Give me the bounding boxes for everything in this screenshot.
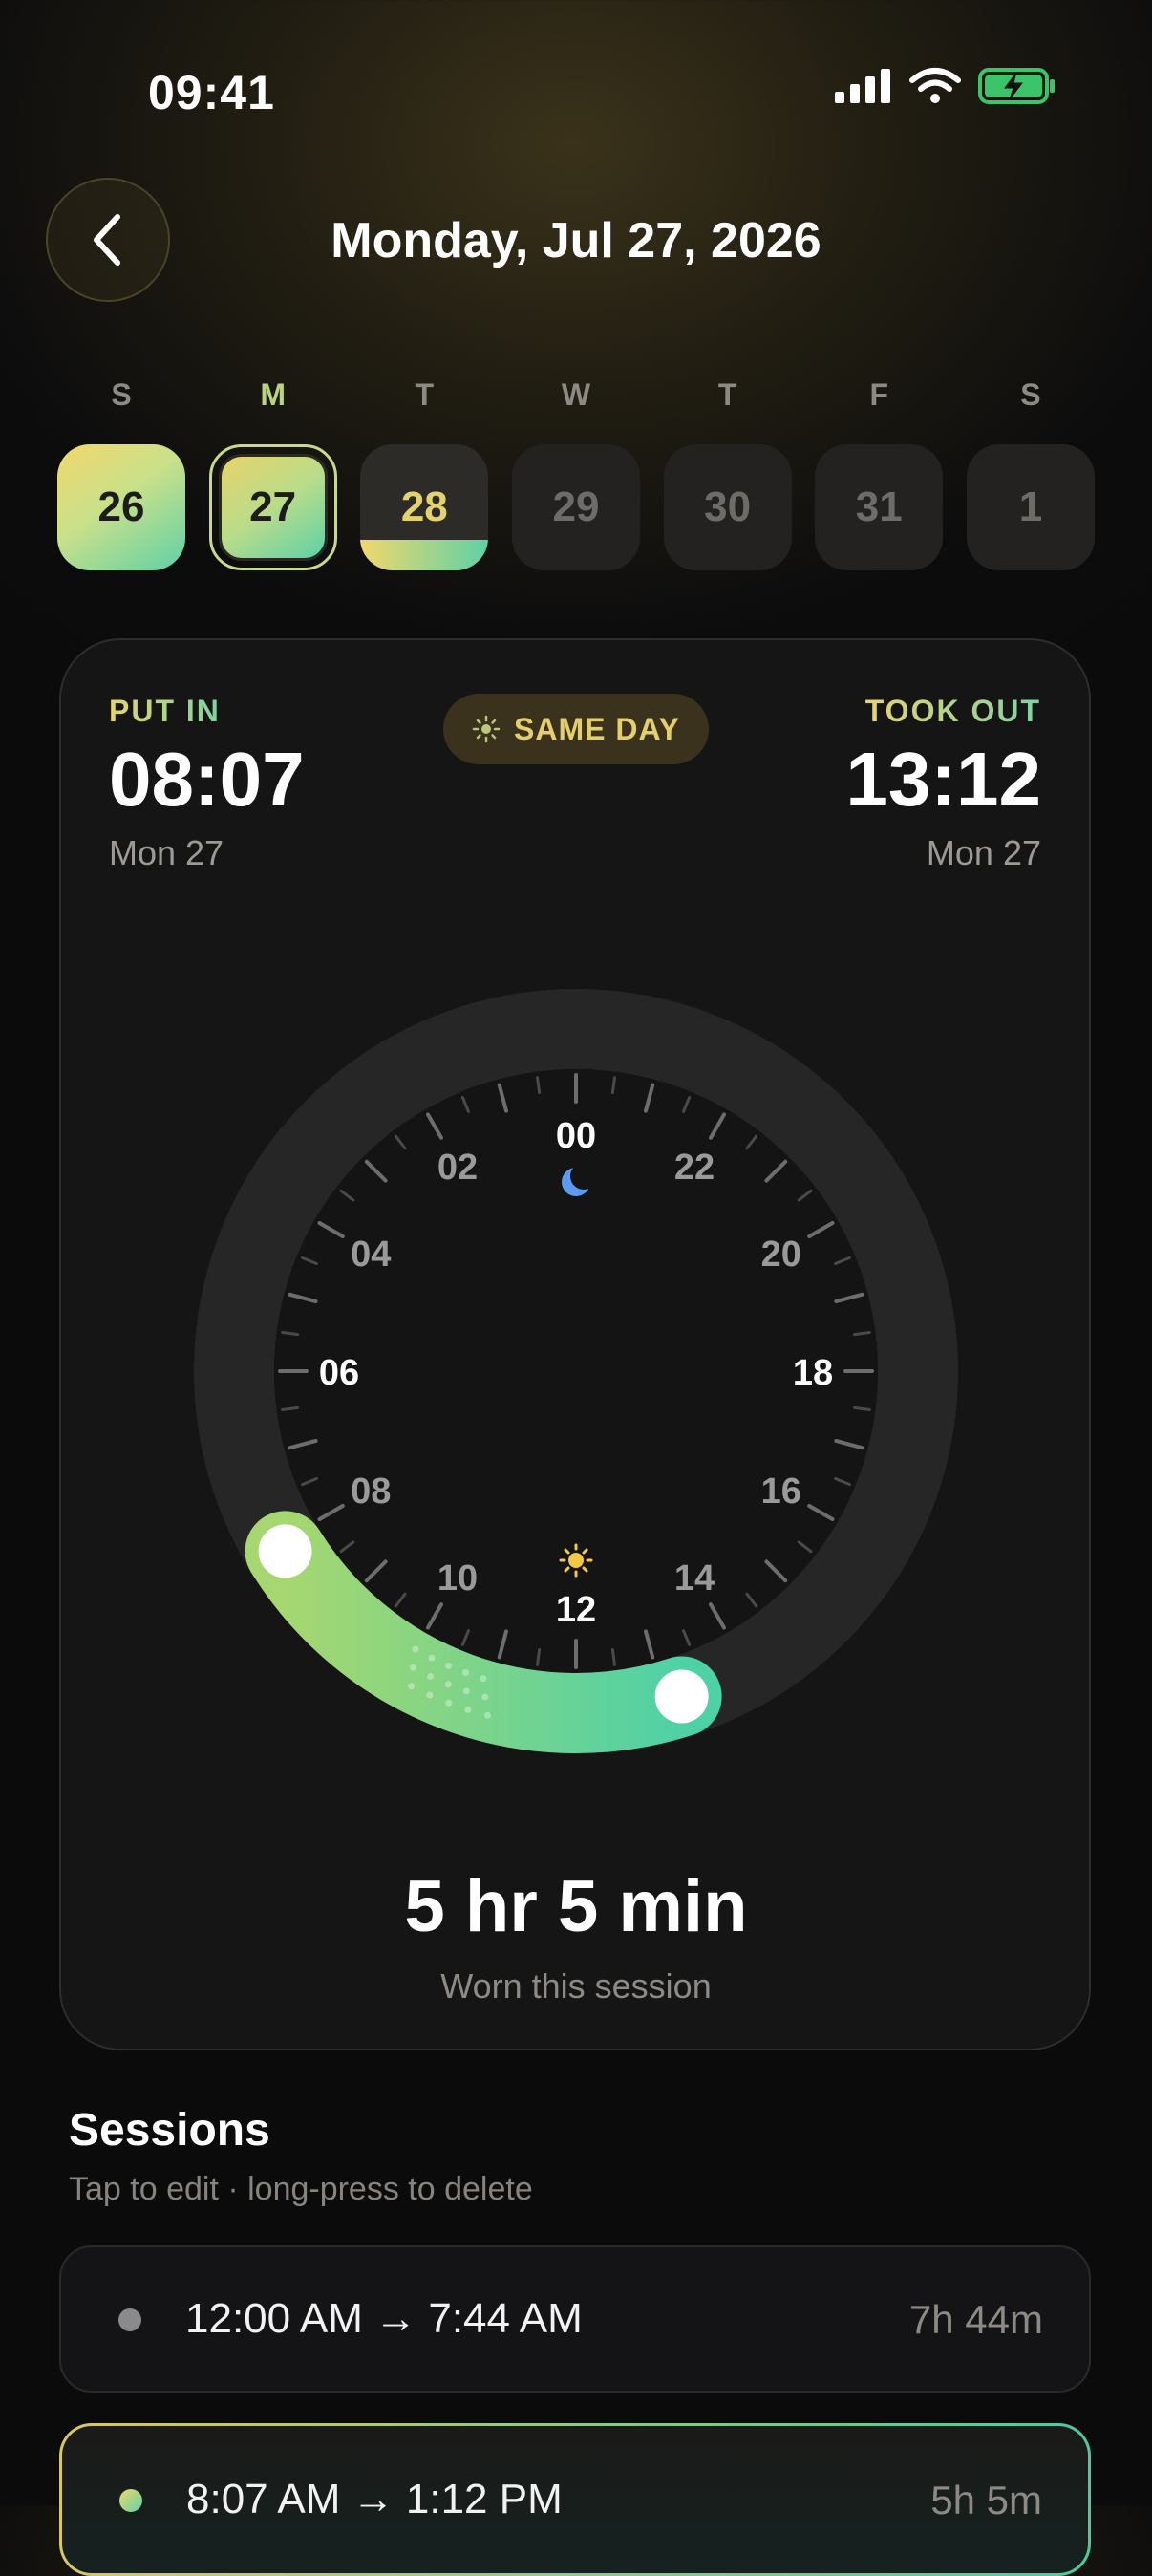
weekday-label: T bbox=[415, 377, 435, 412]
status-icons bbox=[835, 67, 1056, 105]
same-day-badge: SAME DAY bbox=[443, 694, 709, 764]
session-row[interactable]: 12:00 AM → 7:44 AM 7h 44m bbox=[59, 2245, 1091, 2393]
week-day-31[interactable]: F 31 bbox=[815, 377, 944, 570]
took-out-time[interactable]: 13:12 bbox=[845, 736, 1041, 824]
week-day-28[interactable]: T 28 bbox=[360, 377, 489, 570]
weekday-label: S bbox=[111, 377, 132, 412]
session-dot bbox=[118, 2308, 141, 2331]
week-day-30[interactable]: T 30 bbox=[663, 377, 792, 570]
status-time: 09:41 bbox=[148, 66, 275, 119]
weekday-label: M bbox=[260, 377, 286, 412]
put-in-time[interactable]: 08:07 bbox=[109, 736, 305, 824]
day-chip[interactable]: 26 bbox=[57, 444, 185, 570]
sessions-title: Sessions bbox=[69, 2105, 270, 2156]
weekday-label: F bbox=[869, 377, 889, 412]
week-day-1[interactable]: S 1 bbox=[966, 377, 1095, 570]
week-day-27[interactable]: M 27 bbox=[208, 377, 337, 570]
put-in-label: PUT IN bbox=[109, 694, 221, 728]
sessions-hint: Tap to edit · long-press to delete bbox=[69, 2171, 533, 2207]
duration-caption: Worn this session bbox=[440, 1966, 712, 2006]
session-dot bbox=[119, 2489, 142, 2512]
week-day-29[interactable]: W 29 bbox=[511, 377, 640, 570]
sun-icon bbox=[472, 715, 501, 743]
day-chip[interactable]: 31 bbox=[815, 444, 944, 570]
weekday-label: S bbox=[1020, 377, 1041, 412]
session-duration-value: 7h 44m bbox=[908, 2297, 1043, 2342]
session-row-active[interactable]: 8:07 AM → 1:12 PM 5h 5m bbox=[59, 2423, 1091, 2576]
page-title: Monday, Jul 27, 2026 bbox=[331, 213, 821, 268]
week-day-26[interactable]: S 26 bbox=[57, 377, 185, 570]
day-chip[interactable]: 30 bbox=[663, 444, 792, 570]
put-in-date: Mon 27 bbox=[109, 833, 224, 872]
session-range: 12:00 AM → 7:44 AM bbox=[185, 2295, 583, 2342]
wifi-icon bbox=[909, 68, 961, 103]
session-range: 8:07 AM → 1:12 PM bbox=[186, 2476, 563, 2522]
day-chip[interactable]: 28 bbox=[360, 444, 489, 570]
session-duration: 5 hr 5 min bbox=[404, 1866, 748, 1947]
day-chip[interactable]: 1 bbox=[966, 444, 1095, 570]
weekday-label: W bbox=[561, 377, 591, 412]
took-out-label: TOOK OUT bbox=[864, 694, 1041, 728]
session-duration-value: 5h 5m bbox=[930, 2478, 1042, 2522]
day-chip[interactable]: 29 bbox=[511, 444, 640, 570]
week-strip: S 26 M 27 T 28 W 29 T 30 F 31 S 1 bbox=[57, 377, 1095, 570]
same-day-text: SAME DAY bbox=[514, 711, 680, 746]
battery-charging-icon bbox=[978, 68, 1055, 104]
day-number: 27 bbox=[218, 454, 328, 561]
took-out-date: Mon 27 bbox=[926, 833, 1041, 872]
day-chip-selected[interactable]: 27 bbox=[208, 444, 337, 570]
weekday-label: T bbox=[717, 377, 737, 412]
signal-icon bbox=[835, 69, 890, 103]
